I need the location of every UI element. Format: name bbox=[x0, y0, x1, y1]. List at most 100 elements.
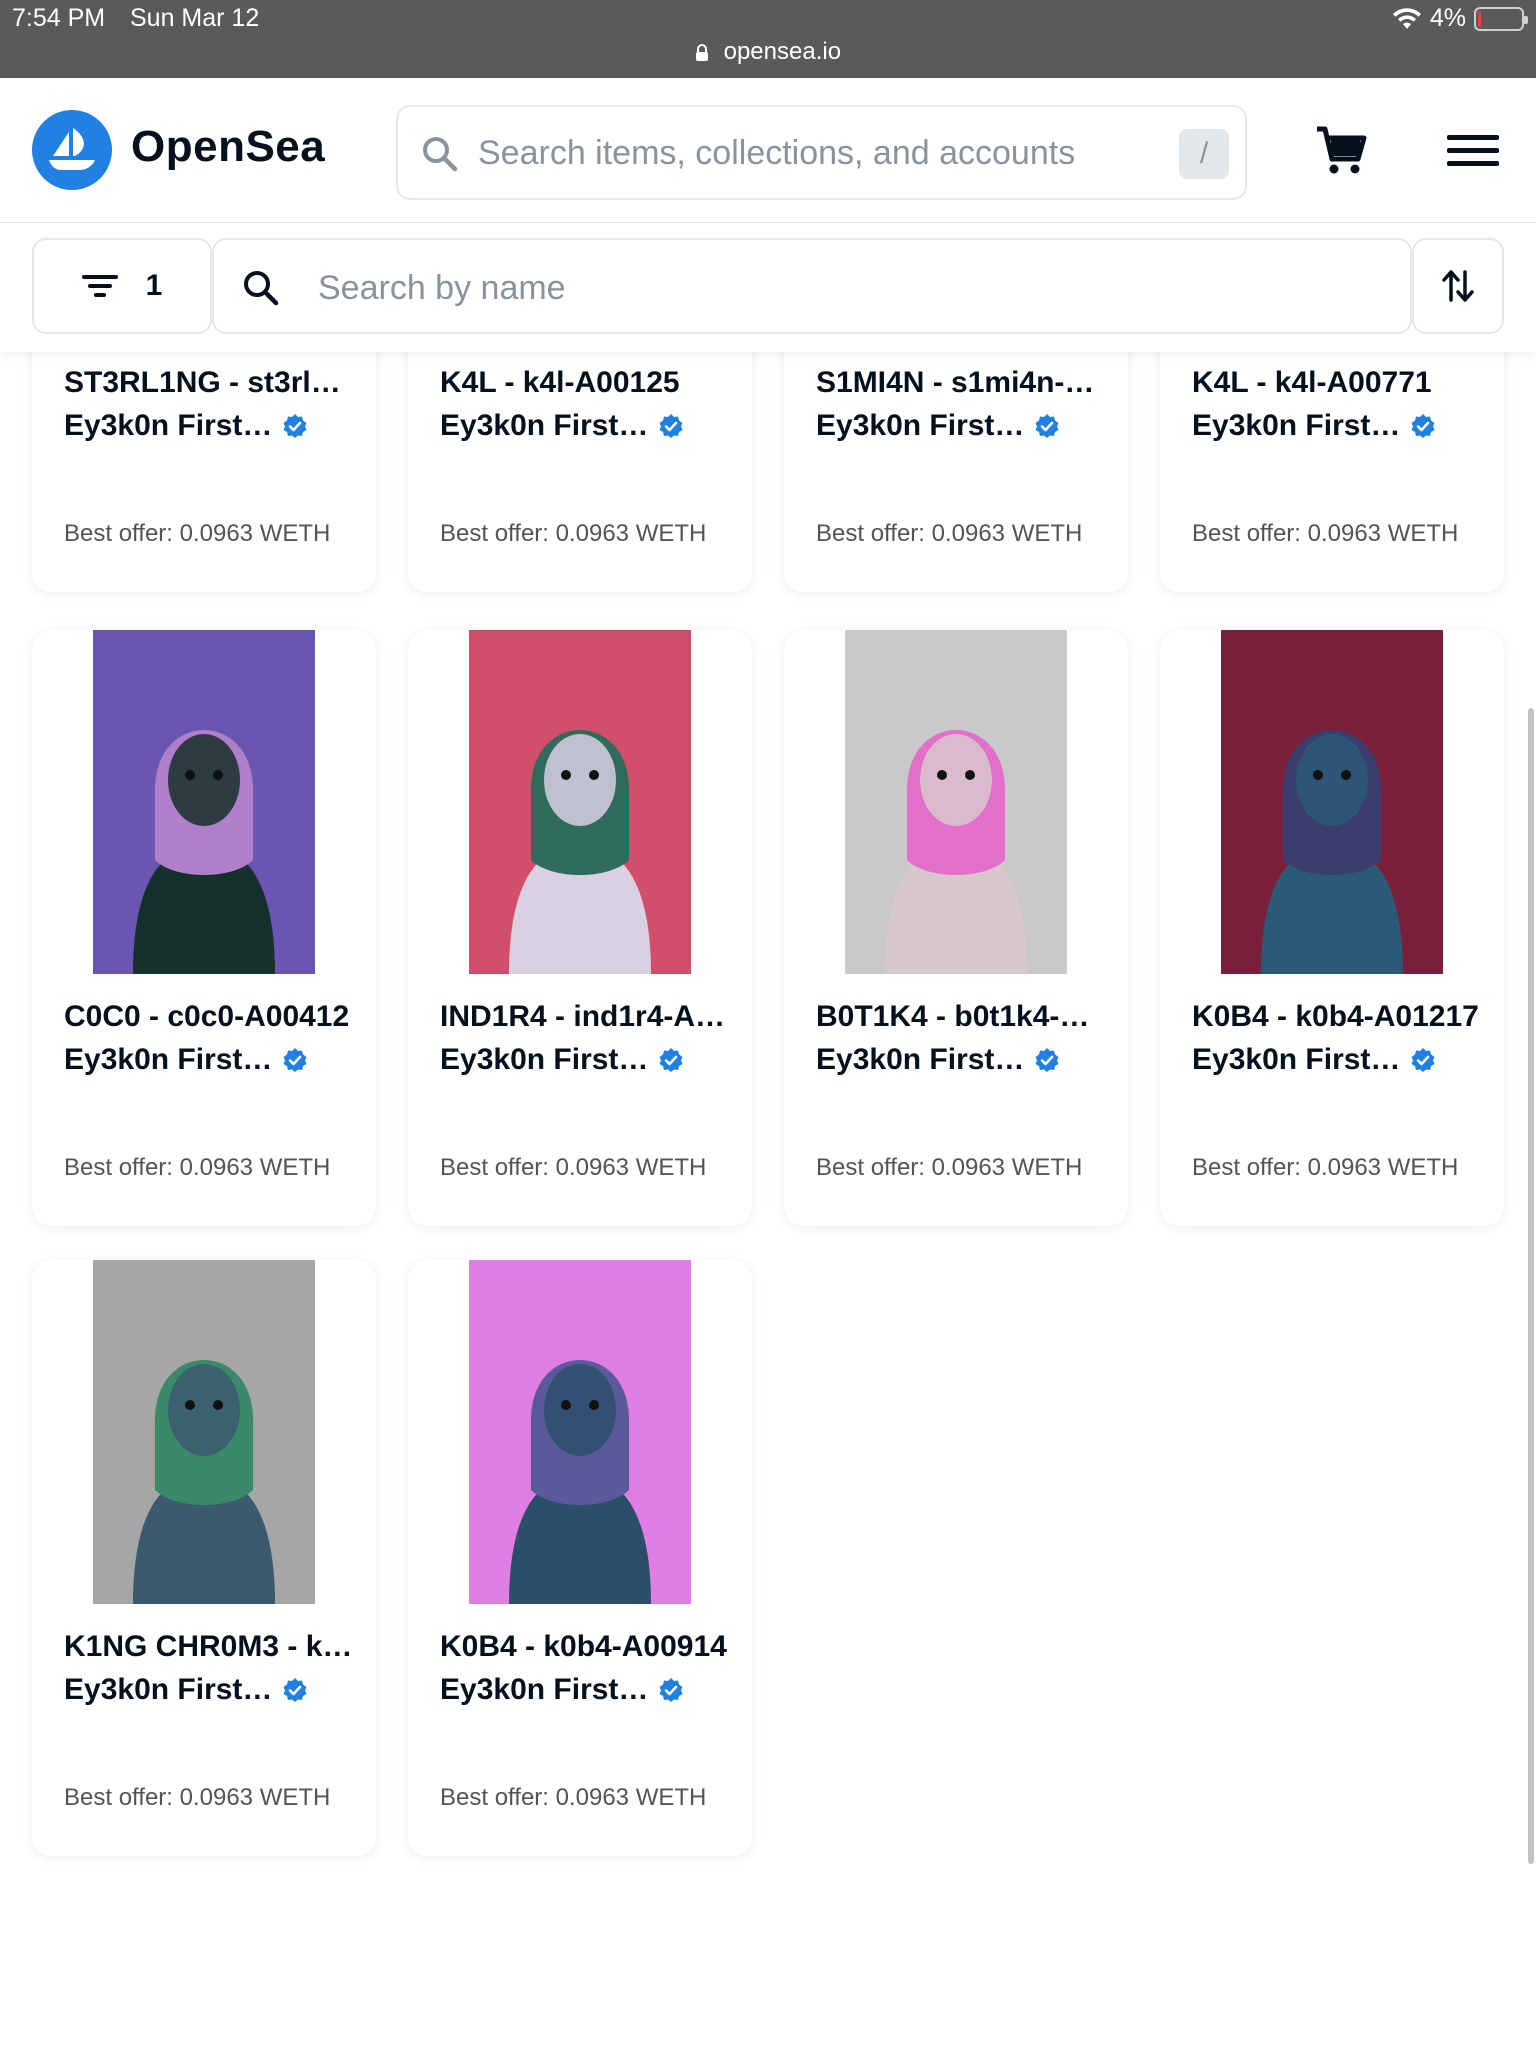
name-search-input[interactable] bbox=[318, 260, 1378, 316]
nft-collection-row[interactable]: Ey3k0n First Edition bbox=[64, 1673, 354, 1707]
nft-collection-row[interactable]: Ey3k0n First Edition bbox=[64, 409, 354, 443]
cart-icon bbox=[1317, 126, 1367, 174]
nft-collection-row[interactable]: Ey3k0n First Edition bbox=[64, 1043, 354, 1077]
collection-filter-bar: 1 bbox=[0, 223, 1536, 352]
verified-badge-icon bbox=[283, 414, 307, 438]
battery-icon bbox=[1474, 6, 1528, 31]
nft-best-offer: Best offer: 0.0963 WETH bbox=[816, 1154, 1083, 1181]
nft-collection-row[interactable]: Ey3k0n First Edition bbox=[816, 1043, 1106, 1077]
nft-item-title[interactable]: ST3RL1NG - st3rl1ng-A00123 bbox=[64, 366, 354, 400]
nft-item-card[interactable]: IND1R4 - ind1r4-A00315 Ey3k0n First Editi… bbox=[408, 630, 752, 1226]
status-time: 7:54 PM bbox=[12, 4, 106, 32]
nft-collection-row[interactable]: Ey3k0n First Edition bbox=[440, 1043, 730, 1077]
nft-artwork-image[interactable] bbox=[469, 630, 691, 974]
nft-collection-name[interactable]: Ey3k0n First Edition bbox=[1192, 1043, 1402, 1077]
nft-item-title[interactable]: K0B4 - k0b4-A00914 bbox=[440, 1630, 730, 1664]
nft-item-card[interactable]: K0B4 - k0b4-A00914 Ey3k0n First Edition Be… bbox=[408, 1260, 752, 1856]
nft-best-offer: Best offer: 0.0963 WETH bbox=[64, 1784, 331, 1811]
opensea-logo-icon[interactable] bbox=[32, 110, 112, 190]
verified-badge-icon bbox=[283, 1678, 307, 1702]
nft-best-offer: Best offer: 0.0963 WETH bbox=[440, 1154, 707, 1181]
nft-item-title[interactable]: K4L - k4l-A00771 bbox=[1192, 366, 1482, 400]
nft-artwork-image[interactable] bbox=[93, 1260, 315, 1604]
search-icon bbox=[423, 137, 458, 172]
nft-image-container[interactable] bbox=[784, 630, 1128, 974]
nft-item-card[interactable]: K4L - k4l-A00125 Ey3k0n First Edition Best… bbox=[408, 352, 752, 592]
status-indicators: 4% bbox=[1392, 4, 1528, 33]
menu-button[interactable] bbox=[1440, 118, 1506, 184]
nft-best-offer: Best offer: 0.0963 WETH bbox=[1192, 1154, 1459, 1181]
filter-toggle-button[interactable]: 1 bbox=[32, 238, 212, 334]
active-filter-count: 1 bbox=[145, 269, 163, 302]
global-search-input[interactable] bbox=[478, 125, 1158, 181]
name-search-box[interactable] bbox=[212, 238, 1412, 334]
url-text: opensea.io bbox=[723, 38, 842, 65]
hamburger-menu-icon bbox=[1447, 135, 1499, 166]
nft-collection-row[interactable]: Ey3k0n First Edition bbox=[816, 409, 1106, 443]
nft-collection-name[interactable]: Ey3k0n First Edition bbox=[1192, 409, 1402, 443]
battery-level bbox=[1478, 10, 1481, 27]
nft-collection-row[interactable]: Ey3k0n First Edition bbox=[440, 1673, 730, 1707]
filter-icon bbox=[81, 275, 118, 297]
sort-button[interactable] bbox=[1412, 238, 1504, 334]
nft-image-container[interactable] bbox=[408, 1260, 752, 1604]
nft-artwork-image[interactable] bbox=[845, 630, 1067, 974]
nft-item-card[interactable]: K0B4 - k0b4-A01217 Ey3k0n First Edition Be… bbox=[1160, 630, 1504, 1226]
nft-item-card[interactable]: ST3RL1NG - st3rl1ng-A00123 Ey3k0n First E… bbox=[32, 352, 376, 592]
status-date: Sun Mar 12 bbox=[130, 4, 260, 32]
nft-item-card[interactable]: K1NG CHR0M3 - k1ng-A00512 Ey3k0n First Ed… bbox=[32, 1260, 376, 1856]
nft-item-title[interactable]: B0T1K4 - b0t1k4-A00208 bbox=[816, 1000, 1106, 1034]
nft-best-offer: Best offer: 0.0963 WETH bbox=[440, 520, 707, 547]
cart-button[interactable] bbox=[1308, 118, 1374, 184]
page-scrollbar[interactable] bbox=[1528, 708, 1534, 1864]
nft-item-title[interactable]: IND1R4 - ind1r4-A00315 bbox=[440, 1000, 730, 1034]
verified-badge-icon bbox=[1411, 1048, 1435, 1072]
nft-item-card[interactable]: B0T1K4 - b0t1k4-A00208 Ey3k0n First Editi… bbox=[784, 630, 1128, 1226]
nft-image-container[interactable] bbox=[32, 630, 376, 974]
nft-best-offer: Best offer: 0.0963 WETH bbox=[440, 1784, 707, 1811]
search-icon bbox=[244, 271, 279, 306]
nft-collection-name[interactable]: Ey3k0n First Edition bbox=[64, 1043, 274, 1077]
verified-badge-icon bbox=[1035, 414, 1059, 438]
nft-item-title[interactable]: K1NG CHR0M3 - k1ng-A00512 bbox=[64, 1630, 354, 1664]
nft-item-card[interactable]: C0C0 - c0c0-A00412 Ey3k0n First Edition Be… bbox=[32, 630, 376, 1226]
nft-collection-name[interactable]: Ey3k0n First Edition bbox=[816, 409, 1026, 443]
nft-collection-name[interactable]: Ey3k0n First Edition bbox=[816, 1043, 1026, 1077]
nft-artwork-image[interactable] bbox=[93, 630, 315, 974]
nft-collection-name[interactable]: Ey3k0n First Edition bbox=[440, 1043, 650, 1077]
top-navbar: OpenSea / bbox=[0, 78, 1536, 223]
nft-image-container[interactable] bbox=[32, 1260, 376, 1604]
item-grid: ST3RL1NG - st3rl1ng-A00123 Ey3k0n First E… bbox=[0, 352, 1536, 2048]
battery-percent: 4% bbox=[1429, 4, 1466, 32]
nft-collection-row[interactable]: Ey3k0n First Edition bbox=[1192, 409, 1482, 443]
nft-collection-row[interactable]: Ey3k0n First Edition bbox=[440, 409, 730, 443]
nft-artwork-image[interactable] bbox=[1221, 630, 1443, 974]
sort-arrows-icon bbox=[1442, 270, 1474, 302]
nft-collection-name[interactable]: Ey3k0n First Edition bbox=[64, 409, 274, 443]
url-bar[interactable]: opensea.io bbox=[0, 38, 1536, 66]
nft-image-container[interactable] bbox=[408, 630, 752, 974]
nft-artwork-image[interactable] bbox=[469, 1260, 691, 1604]
global-search-box[interactable]: / bbox=[396, 105, 1247, 200]
nft-collection-row[interactable]: Ey3k0n First Edition bbox=[1192, 1043, 1482, 1077]
nft-best-offer: Best offer: 0.0963 WETH bbox=[816, 520, 1083, 547]
nft-item-card[interactable]: S1MI4N - s1mi4n-A00089 Ey3k0n First Editi… bbox=[784, 352, 1128, 592]
nft-item-title[interactable]: S1MI4N - s1mi4n-A00089 bbox=[816, 366, 1106, 400]
nft-collection-name[interactable]: Ey3k0n First Edition bbox=[64, 1673, 274, 1707]
verified-badge-icon bbox=[659, 414, 683, 438]
nft-item-title[interactable]: C0C0 - c0c0-A00412 bbox=[64, 1000, 354, 1034]
nft-item-card[interactable]: K4L - k4l-A00771 Ey3k0n First Edition Best… bbox=[1160, 352, 1504, 592]
nft-best-offer: Best offer: 0.0963 WETH bbox=[64, 1154, 331, 1181]
verified-badge-icon bbox=[1411, 414, 1435, 438]
nft-best-offer: Best offer: 0.0963 WETH bbox=[1192, 520, 1459, 547]
verified-badge-icon bbox=[659, 1678, 683, 1702]
brand-name[interactable]: OpenSea bbox=[131, 122, 325, 172]
verified-badge-icon bbox=[1035, 1048, 1059, 1072]
nft-image-container[interactable] bbox=[1160, 630, 1504, 974]
nft-collection-name[interactable]: Ey3k0n First Edition bbox=[440, 1673, 650, 1707]
lock-icon bbox=[695, 43, 708, 61]
nft-item-title[interactable]: K4L - k4l-A00125 bbox=[440, 366, 730, 400]
nft-item-title[interactable]: K0B4 - k0b4-A01217 bbox=[1192, 1000, 1482, 1034]
browser-status-bar: 7:54 PM Sun Mar 12 4% opensea.io bbox=[0, 0, 1536, 78]
nft-collection-name[interactable]: Ey3k0n First Edition bbox=[440, 409, 650, 443]
